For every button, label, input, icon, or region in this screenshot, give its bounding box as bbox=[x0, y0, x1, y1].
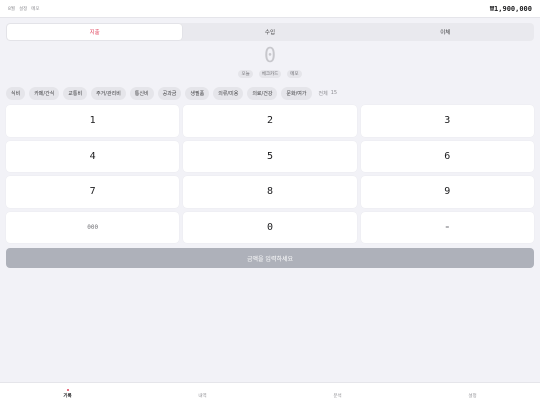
tab-record-label: 기록 bbox=[63, 394, 72, 399]
month-label[interactable]: 8월 bbox=[8, 6, 15, 12]
tab-expense[interactable]: 지출 bbox=[7, 24, 183, 40]
top-left-group: 8월 설정 메모 bbox=[8, 6, 40, 12]
tab-record[interactable]: 기록 bbox=[0, 383, 135, 405]
date-chip[interactable]: 오늘 bbox=[238, 70, 253, 78]
key-7[interactable]: 7 bbox=[6, 176, 180, 208]
tab-history[interactable]: 내역 bbox=[135, 383, 270, 405]
balance-amount: ₩1,900,000 bbox=[489, 4, 532, 13]
category-chip[interactable]: 의류/미용 bbox=[213, 87, 244, 100]
top-bar: 8월 설정 메모 ₩1,900,000 bbox=[0, 0, 540, 18]
key-6[interactable]: 6 bbox=[360, 140, 534, 172]
key-8[interactable]: 8 bbox=[183, 176, 357, 208]
category-all-label: 전체 bbox=[318, 91, 328, 97]
category-list: 식비 카페/간식 교통비 주거/관리비 통신비 공과금 생필품 의류/미용 의료… bbox=[6, 87, 534, 100]
category-chip[interactable]: 통신비 bbox=[129, 87, 154, 100]
key-0[interactable]: 0 bbox=[183, 211, 357, 243]
key-1[interactable]: 1 bbox=[6, 105, 180, 137]
tab-settings-label: 설정 bbox=[468, 394, 477, 399]
category-chip[interactable]: 의료/건강 bbox=[247, 87, 278, 100]
category-chip[interactable]: 교통비 bbox=[63, 87, 88, 100]
category-chip[interactable]: 문화/여가 bbox=[281, 87, 312, 100]
key-9[interactable]: 9 bbox=[360, 176, 534, 208]
bottom-tab-bar: 기록 내역 분석 설정 bbox=[0, 382, 540, 405]
tab-income[interactable]: 수입 bbox=[182, 24, 357, 40]
amount-options: 오늘 체크카드 메모 bbox=[0, 70, 540, 78]
tab-settings[interactable]: 설정 bbox=[405, 383, 540, 405]
key-equals[interactable]: = bbox=[360, 211, 534, 243]
key-2[interactable]: 2 bbox=[183, 105, 357, 137]
memo-label[interactable]: 메모 bbox=[31, 6, 39, 12]
payment-method-chip[interactable]: 체크카드 bbox=[258, 70, 282, 78]
category-all-button[interactable]: 전체 15 bbox=[316, 90, 341, 97]
tab-transfer[interactable]: 이체 bbox=[358, 24, 533, 40]
category-chip[interactable]: 식비 bbox=[6, 87, 26, 100]
dot-icon bbox=[337, 389, 339, 391]
settings-label[interactable]: 설정 bbox=[19, 6, 27, 12]
number-keypad: 1 2 3 4 5 6 7 8 9 000 0 = bbox=[6, 105, 534, 243]
active-dot-icon bbox=[66, 389, 69, 391]
tab-analysis[interactable]: 분석 bbox=[270, 383, 405, 405]
key-3[interactable]: 3 bbox=[360, 105, 534, 137]
key-4[interactable]: 4 bbox=[6, 140, 180, 172]
submit-button[interactable]: 금액을 입력하세요 bbox=[6, 248, 534, 268]
amount-display: 0 bbox=[263, 43, 277, 67]
dot-icon bbox=[472, 389, 474, 391]
category-chip[interactable]: 카페/간식 bbox=[29, 87, 60, 100]
category-chip[interactable]: 생필품 bbox=[185, 87, 210, 100]
tab-analysis-label: 분석 bbox=[333, 394, 342, 399]
tab-history-label: 내역 bbox=[198, 394, 207, 399]
category-chip[interactable]: 주거/관리비 bbox=[91, 87, 126, 100]
key-triple-zero[interactable]: 000 bbox=[6, 211, 180, 243]
transaction-type-tabs: 지출 수입 이체 bbox=[6, 23, 534, 41]
category-chip[interactable]: 공과금 bbox=[157, 87, 182, 100]
memo-chip[interactable]: 메모 bbox=[287, 70, 302, 78]
key-5[interactable]: 5 bbox=[183, 140, 357, 172]
dot-icon bbox=[202, 389, 204, 391]
category-all-count: 15 bbox=[330, 90, 338, 96]
